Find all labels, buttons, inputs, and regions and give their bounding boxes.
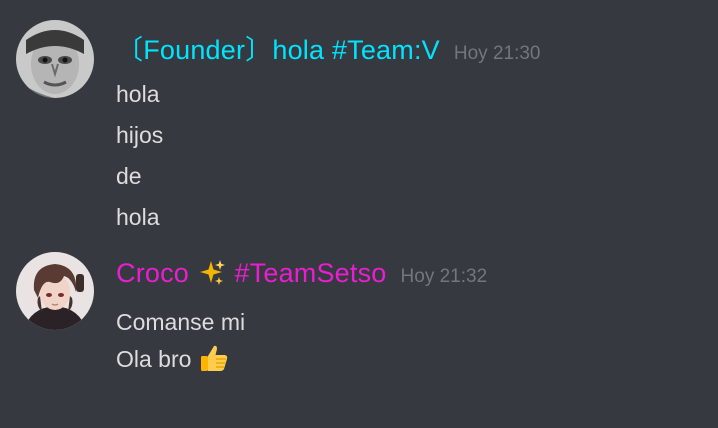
message-header: Croco #TeamSetso Hoy 21:32	[116, 258, 487, 291]
message-line: hijos	[116, 122, 164, 148]
message-line-text: Ola bro	[116, 346, 192, 372]
message-line: Comanse mi	[116, 309, 246, 335]
author-name[interactable]: 〔Founder〕hola #Team:V	[116, 28, 440, 67]
grayscale-face-avatar-icon	[16, 20, 94, 98]
message-line: hola	[116, 81, 160, 107]
message-content: Comanse mi Ola bro	[116, 304, 245, 378]
sparkles-icon	[197, 258, 227, 291]
author-name-text: Croco	[116, 258, 190, 288]
anime-character-avatar-icon	[16, 252, 94, 330]
chat-message-list: 〔Founder〕hola #Team:V Hoy 21:30 hola hij…	[0, 0, 718, 428]
message-line: hola	[116, 204, 160, 230]
message-content: hola hijos de hola	[116, 74, 163, 238]
message-header: 〔Founder〕hola #Team:V Hoy 21:30	[116, 28, 541, 67]
message-timestamp: Hoy 21:30	[453, 43, 541, 64]
message-line: Ola bro	[116, 341, 245, 378]
message-line: de	[116, 163, 142, 189]
message-timestamp: Hoy 21:32	[400, 266, 488, 287]
author-tag-text: #TeamSetso	[234, 258, 387, 288]
thumbs-up-icon	[198, 342, 230, 379]
author-name[interactable]: Croco #TeamSetso	[116, 258, 387, 291]
avatar[interactable]	[16, 252, 94, 330]
avatar[interactable]	[16, 20, 94, 98]
